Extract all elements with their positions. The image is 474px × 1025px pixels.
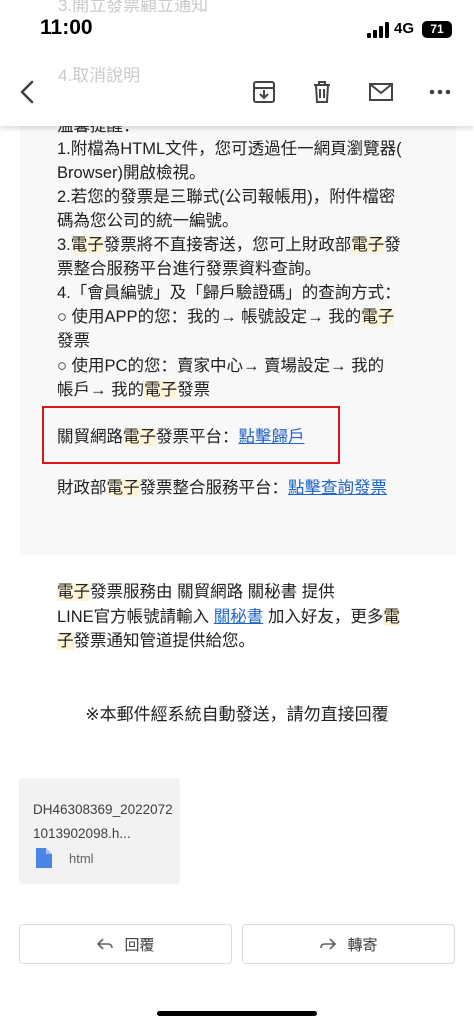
more-icon[interactable] <box>420 72 460 112</box>
forward-button[interactable]: 轉寄 <box>242 924 455 964</box>
reminder-line-1b: Browser)開啟檢視。 <box>57 164 206 182</box>
scrolled-text-3: 4.取消說明 <box>58 66 141 85</box>
document-icon <box>36 848 52 868</box>
back-arrow-icon[interactable] <box>8 72 48 112</box>
reminder-line-3a: 3.電子發票將不直接寄送，您可上財政部電子發 <box>57 236 401 254</box>
archive-icon[interactable] <box>244 72 284 112</box>
status-bar: 3.開立發票顧立通知 11:00 4G 71 <box>0 0 474 58</box>
battery-icon: 71 <box>422 21 452 38</box>
reminder-line-5a: ○ 使用APP的您：我的→ 帳號設定→ 我的電子 <box>57 308 395 326</box>
reminder-line-2a: 2.若您的發票是三聯式(公司報帳用)，附件檔密 <box>57 188 396 206</box>
reminder-line-3b: 票整合服務平台進行發票資料查詢。 <box>57 260 321 278</box>
trash-icon[interactable] <box>302 72 342 112</box>
attachment-type: html <box>69 851 94 866</box>
home-indicator[interactable] <box>157 1011 317 1016</box>
network-label: 4G <box>394 20 415 37</box>
platform-2-line: 財政部電子發票整合服務平台：點擊查詢發票 <box>57 479 387 497</box>
reminder-line-5b: 發票 <box>57 332 90 350</box>
reminder-line-6a: ○ 使用PC的您：賣家中心→ 賣場設定→ 我的 <box>57 357 385 375</box>
attachment-card[interactable]: DH46308369_20220721013902098.h... html <box>19 778 180 884</box>
reply-label: 回覆 <box>124 936 155 954</box>
line-official-link[interactable]: 關秘書 <box>214 608 264 626</box>
reply-icon <box>97 938 114 950</box>
forward-icon <box>320 938 337 950</box>
attachment-name: DH46308369_20220721013902098.h... <box>33 802 173 841</box>
query-invoice-link[interactable]: 點擊查詢發票 <box>288 479 387 497</box>
register-link[interactable]: 點擊歸戶 <box>239 428 305 446</box>
signal-icon <box>367 22 389 38</box>
auto-notice: ※本郵件經系統自動發送，請勿直接回覆 <box>85 705 389 724</box>
reply-button[interactable]: 回覆 <box>19 924 232 964</box>
service-line-1: 電子發票服務由 關貿網路 關秘書 提供 <box>57 583 335 601</box>
forward-label: 轉寄 <box>347 936 378 954</box>
reminder-line-2b: 碼為您公司的統一編號。 <box>57 212 239 230</box>
service-line-3: 子發票通知管道提供給您。 <box>57 632 255 650</box>
mail-icon[interactable] <box>361 72 401 112</box>
email-toolbar: 3.備註說明 4.取消說明 <box>0 40 474 126</box>
service-line-2: LINE官方帳號請輸入 關秘書 加入好友，更多電 <box>57 608 400 626</box>
reminder-line-1a: 1.附檔為HTML文件，您可透過任一網頁瀏覽器( <box>57 140 402 158</box>
status-time: 11:00 <box>40 16 93 39</box>
reminder-line-4: 4.「會員編號」及「歸戶驗證碼」的查詢方式： <box>57 284 401 302</box>
platform-1-line: 關貿網路電子發票平台：點擊歸戶 <box>57 428 305 446</box>
reminder-line-6b: 帳戶→ 我的電子發票 <box>57 381 211 399</box>
